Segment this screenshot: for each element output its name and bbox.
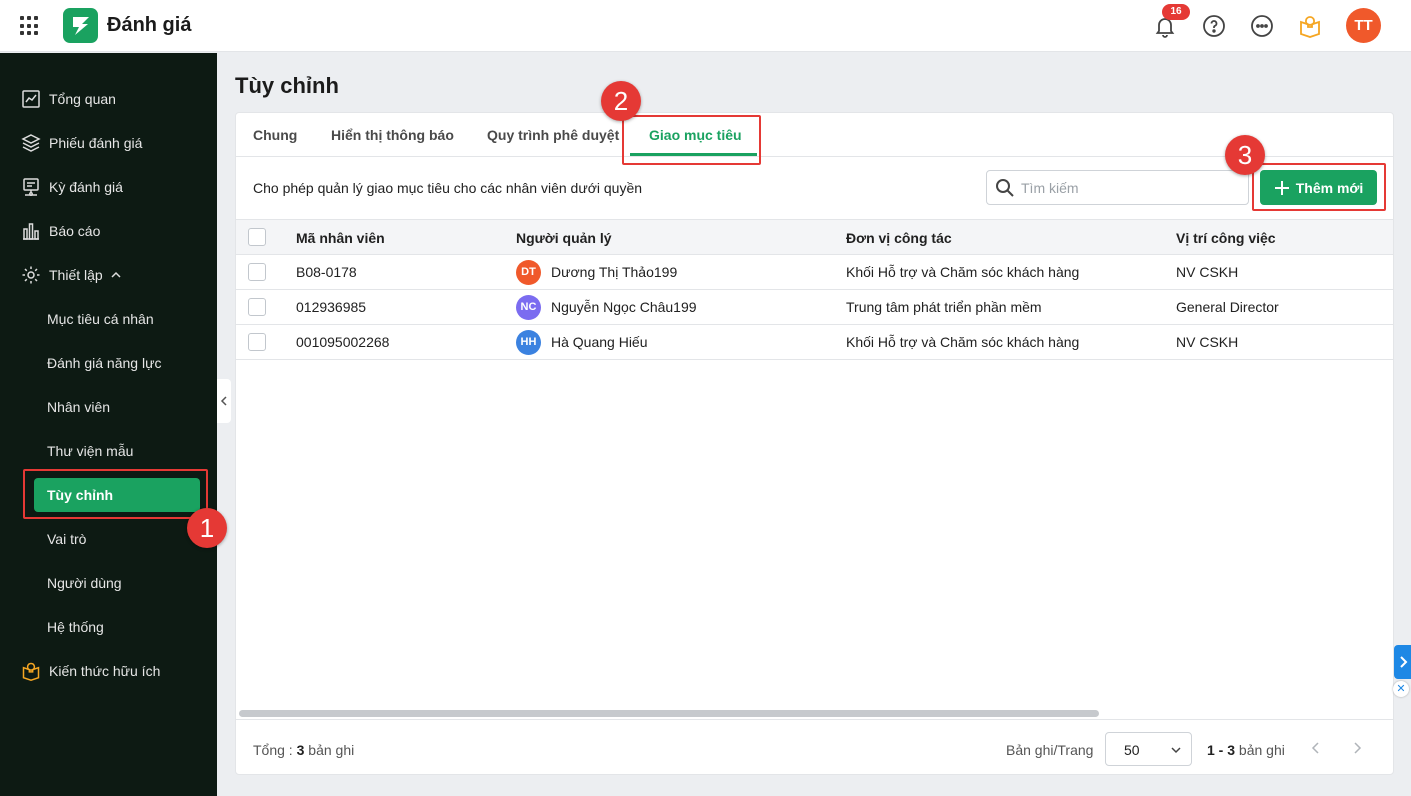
cell-manager: Nguyễn Ngọc Châu199 bbox=[551, 299, 697, 315]
tab-assign-goals[interactable]: Giao mục tiêu bbox=[649, 127, 742, 143]
annotation-number-3: 3 bbox=[1225, 135, 1265, 175]
top-bar: Đánh giá 16 TT bbox=[0, 0, 1411, 52]
column-header-manager[interactable]: Người quản lý bbox=[516, 230, 612, 246]
page-title: Tùy chỉnh bbox=[235, 73, 339, 98]
table-footer: Tổng : 3 bản ghi Bản ghi/Trang 50 1 - 3 … bbox=[236, 719, 1393, 774]
calendar-review-icon bbox=[23, 178, 39, 196]
row-checkbox[interactable] bbox=[248, 333, 266, 351]
app-grid-icon[interactable] bbox=[20, 16, 40, 36]
table-row[interactable]: 012936985 NC Nguyễn Ngọc Châu199 Trung t… bbox=[236, 290, 1393, 325]
annotation-number-2: 2 bbox=[601, 81, 641, 121]
sidebar-subitem-template-library[interactable]: Thư viện mẫu bbox=[34, 434, 200, 468]
sidebar-collapse-toggle[interactable] bbox=[217, 379, 231, 423]
search-icon bbox=[996, 179, 1014, 197]
bar-report-icon bbox=[23, 223, 39, 240]
gear-icon bbox=[22, 266, 40, 284]
cell-position: NV CSKH bbox=[1176, 264, 1239, 280]
sidebar-subitem-users[interactable]: Người dùng bbox=[34, 566, 200, 600]
horizontal-scrollbar[interactable] bbox=[239, 710, 1099, 717]
table-row[interactable]: 001095002268 HH Hà Quang Hiếu Khối Hỗ tr… bbox=[236, 325, 1393, 360]
sidebar-subitem-employees[interactable]: Nhân viên bbox=[34, 390, 200, 424]
tab-approval-process[interactable]: Quy trình phê duyệt bbox=[487, 127, 619, 143]
tab-bar: Chung Hiển thị thông báo Quy trình phê d… bbox=[236, 113, 1393, 157]
tab-general[interactable]: Chung bbox=[253, 127, 297, 143]
sidebar-item-reports[interactable]: Báo cáo bbox=[0, 216, 217, 246]
chevron-left-icon bbox=[1311, 742, 1319, 754]
manager-avatar: DT bbox=[516, 260, 541, 285]
sidebar-item-review-forms[interactable]: Phiếu đánh giá bbox=[0, 128, 217, 158]
chart-line-icon bbox=[22, 90, 40, 108]
sidebar-subitem-competency[interactable]: Đánh giá năng lực bbox=[34, 346, 200, 380]
active-tab-indicator bbox=[630, 153, 757, 156]
cell-unit: Khối Hỗ trợ và Chăm sóc khách hàng bbox=[846, 334, 1080, 350]
total-records: Tổng : 3 bản ghi bbox=[253, 742, 355, 758]
cell-manager: Hà Quang Hiếu bbox=[551, 334, 648, 350]
lightbulb-book-icon[interactable] bbox=[1298, 14, 1322, 38]
chevron-up-icon bbox=[111, 271, 121, 278]
app-logo bbox=[63, 8, 98, 43]
select-all-checkbox[interactable] bbox=[248, 228, 266, 246]
notification-badge: 16 bbox=[1162, 4, 1190, 20]
column-header-position[interactable]: Vị trí công việc bbox=[1176, 230, 1276, 246]
close-icon[interactable]: ✕ bbox=[1393, 681, 1409, 697]
sidebar-item-knowledge[interactable]: Kiến thức hữu ích bbox=[0, 656, 217, 686]
chevron-right-icon bbox=[1400, 656, 1408, 668]
sidebar-subitem-roles[interactable]: Vai trò bbox=[34, 522, 200, 556]
lightbulb-book-icon bbox=[22, 662, 40, 681]
layers-icon bbox=[21, 134, 41, 152]
cell-manager: Dương Thị Thảo199 bbox=[551, 264, 678, 280]
table-header: Mã nhân viên Người quản lý Đơn vị công t… bbox=[236, 219, 1393, 255]
search-input[interactable] bbox=[1021, 178, 1241, 198]
content-card: Chung Hiển thị thông báo Quy trình phê d… bbox=[235, 112, 1394, 775]
cell-employee-code: 012936985 bbox=[296, 299, 367, 315]
chevron-left-icon bbox=[220, 396, 227, 406]
next-page-button[interactable] bbox=[1348, 739, 1366, 757]
sidebar-subitem-system[interactable]: Hệ thống bbox=[34, 610, 200, 644]
chevron-down-icon bbox=[1171, 747, 1181, 754]
cell-unit: Trung tâm phát triển phần mềm bbox=[846, 299, 1042, 315]
page-description: Cho phép quản lý giao mục tiêu cho các n… bbox=[253, 180, 643, 196]
cell-employee-code: B08-0178 bbox=[296, 264, 357, 280]
page-range: 1 - 3 bản ghi bbox=[1207, 742, 1285, 758]
per-page-label: Bản ghi/Trang bbox=[1006, 742, 1094, 758]
user-avatar[interactable]: TT bbox=[1346, 8, 1381, 43]
sidebar-subitem-customize[interactable]: Tùy chỉnh bbox=[34, 478, 200, 512]
app-title: Đánh giá bbox=[107, 14, 192, 36]
cell-unit: Khối Hỗ trợ và Chăm sóc khách hàng bbox=[846, 264, 1080, 280]
more-icon[interactable] bbox=[1250, 14, 1274, 38]
column-header-unit[interactable]: Đơn vị công tác bbox=[846, 230, 952, 246]
plus-icon bbox=[1274, 180, 1289, 195]
row-checkbox[interactable] bbox=[248, 298, 266, 316]
tab-notifications[interactable]: Hiển thị thông báo bbox=[331, 127, 454, 143]
manager-avatar: NC bbox=[516, 295, 541, 320]
sidebar-item-review-periods[interactable]: Kỳ đánh giá bbox=[0, 172, 217, 202]
per-page-select[interactable]: 50 bbox=[1105, 732, 1192, 766]
sidebar: Tổng quan Phiếu đánh giá Kỳ đánh giá Báo… bbox=[0, 53, 217, 796]
chevron-right-icon bbox=[1354, 742, 1362, 754]
row-checkbox[interactable] bbox=[248, 263, 266, 281]
cell-position: General Director bbox=[1176, 299, 1279, 315]
annotation-number-1: 1 bbox=[187, 508, 227, 548]
cell-position: NV CSKH bbox=[1176, 334, 1239, 350]
side-panel-toggle[interactable] bbox=[1394, 645, 1411, 679]
add-new-button[interactable]: Thêm mới bbox=[1260, 170, 1377, 205]
table-row[interactable]: B08-0178 DT Dương Thị Thảo199 Khối Hỗ tr… bbox=[236, 255, 1393, 290]
help-icon[interactable] bbox=[1202, 14, 1226, 38]
prev-page-button[interactable] bbox=[1307, 739, 1325, 757]
search-box bbox=[986, 170, 1249, 205]
sidebar-subitem-personal-goals[interactable]: Mục tiêu cá nhân bbox=[34, 302, 200, 336]
cell-employee-code: 001095002268 bbox=[296, 334, 390, 350]
manager-avatar: HH bbox=[516, 330, 541, 355]
sidebar-item-settings[interactable]: Thiết lập bbox=[0, 260, 217, 290]
sidebar-item-overview[interactable]: Tổng quan bbox=[0, 84, 217, 114]
column-header-employee-code[interactable]: Mã nhân viên bbox=[296, 230, 385, 246]
